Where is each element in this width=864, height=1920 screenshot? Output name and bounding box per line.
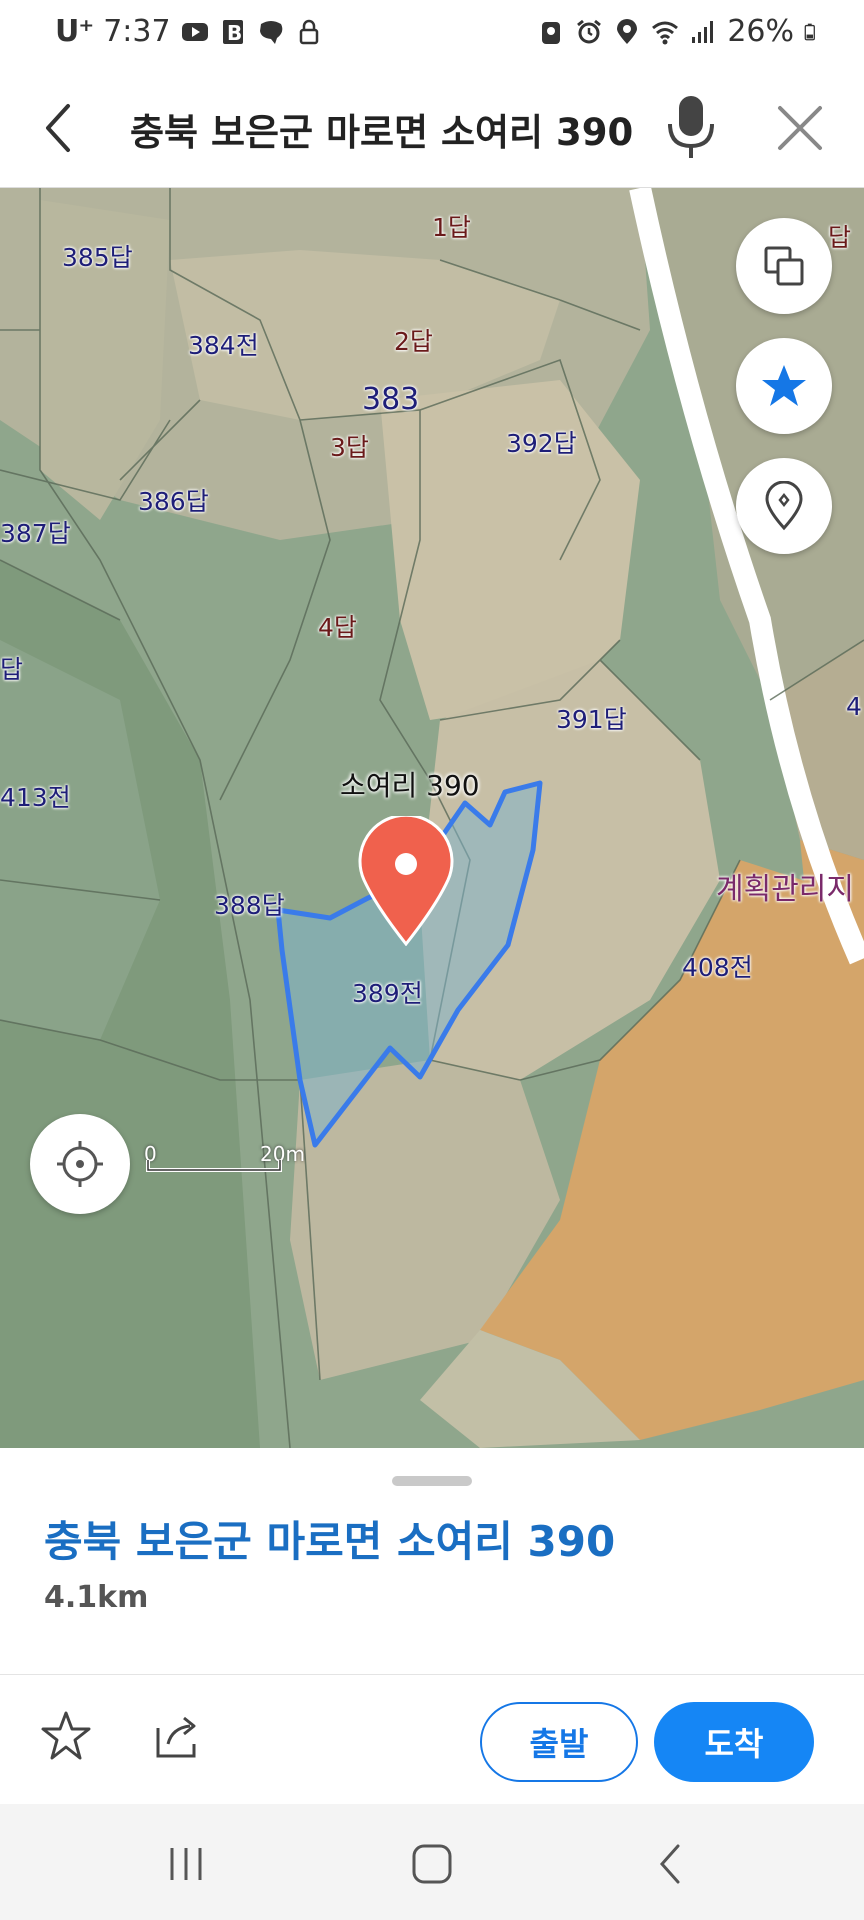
zone-label: 계획관리지 (716, 872, 854, 907)
star-outline-icon[interactable] (38, 1708, 94, 1764)
divider (0, 1674, 864, 1675)
parcel-label[interactable]: 389전 (352, 974, 423, 1010)
clock: 7:37 (103, 14, 171, 49)
status-bar: U⁺ 7:37 B 26% (0, 0, 864, 68)
microphone-icon[interactable] (660, 92, 722, 162)
battery-percent: 26% (727, 14, 794, 49)
depart-button[interactable]: 출발 (480, 1702, 638, 1782)
parcel-label[interactable]: 답 (828, 218, 851, 254)
parcel-label[interactable]: 385답 (62, 238, 133, 274)
place-distance: 4.1km (44, 1580, 149, 1615)
close-icon[interactable] (770, 98, 830, 158)
layers-icon (764, 246, 804, 286)
system-navigation-bar (0, 1804, 864, 1920)
parcel-label[interactable]: 2답 (394, 322, 433, 358)
nearby-place-button[interactable] (736, 458, 832, 554)
back-arrow-icon[interactable] (28, 96, 92, 160)
recent-apps-icon[interactable] (156, 1836, 216, 1892)
location-icon (617, 18, 638, 44)
parcel-label[interactable]: 392답 (506, 424, 577, 460)
map-view[interactable]: 385답 1답 384전 2답 383 3답 392답 386답 387답 4답… (0, 188, 864, 1448)
parcel-label[interactable]: 408전 (682, 948, 753, 984)
parcel-label[interactable]: 1답 (432, 208, 471, 244)
back-icon[interactable] (640, 1836, 700, 1892)
place-bottom-sheet[interactable]: 충북 보은군 마로면 소여리 390 4.1km 출발 도착 (0, 1448, 864, 1804)
location-pin-marker[interactable] (356, 816, 456, 946)
arrive-button[interactable]: 도착 (654, 1702, 814, 1782)
current-location-button[interactable] (30, 1114, 130, 1214)
parcel-label[interactable]: 387답 (0, 514, 71, 550)
signal-icon (692, 20, 714, 43)
lock-icon (299, 19, 318, 44)
favorites-map-button[interactable] (736, 338, 832, 434)
svg-text:B: B (227, 21, 242, 45)
home-icon[interactable] (402, 1836, 462, 1892)
youtube-icon (181, 22, 208, 41)
selected-parcel-label: 소여리 390 (340, 769, 480, 802)
parcel-label[interactable]: 383 (362, 382, 419, 417)
parcel-label[interactable]: 384전 (188, 326, 259, 362)
scale-line (146, 1160, 282, 1172)
blog-b-icon: B (222, 19, 243, 45)
place-title: 충북 보은군 마로면 소여리 390 (44, 1517, 616, 1566)
search-query-text[interactable]: 충북 보은군 마로면 소여리 390 (130, 102, 633, 156)
chat-bubble-icon (259, 20, 282, 44)
parcel-label[interactable]: 391답 (556, 700, 627, 736)
star-filled-icon (762, 365, 806, 406)
layers-button[interactable] (736, 218, 832, 314)
parcel-label[interactable]: 4답 (318, 608, 357, 644)
map-marker-outline-icon (765, 481, 803, 531)
parcel-label[interactable]: 386답 (138, 482, 209, 518)
parcel-label[interactable]: 413전 (0, 778, 71, 814)
search-bar: 충북 보은군 마로면 소여리 390 (0, 68, 864, 188)
parcel-label[interactable]: 답 (0, 650, 23, 686)
carrier-label: U⁺ (55, 14, 94, 49)
crosshair-icon (57, 1141, 103, 1187)
wifi-icon (652, 21, 679, 44)
map-scale-bar: 0 20m (144, 1142, 305, 1176)
alarm-icon (577, 19, 602, 43)
parcel-label[interactable]: 4 (846, 692, 862, 721)
parcel-label[interactable]: 388답 (214, 886, 285, 922)
accessibility-icon (542, 21, 561, 44)
parcel-label[interactable]: 3답 (330, 428, 369, 464)
share-icon[interactable] (150, 1708, 206, 1764)
sheet-drag-handle[interactable] (392, 1476, 472, 1486)
battery-icon (804, 23, 815, 40)
